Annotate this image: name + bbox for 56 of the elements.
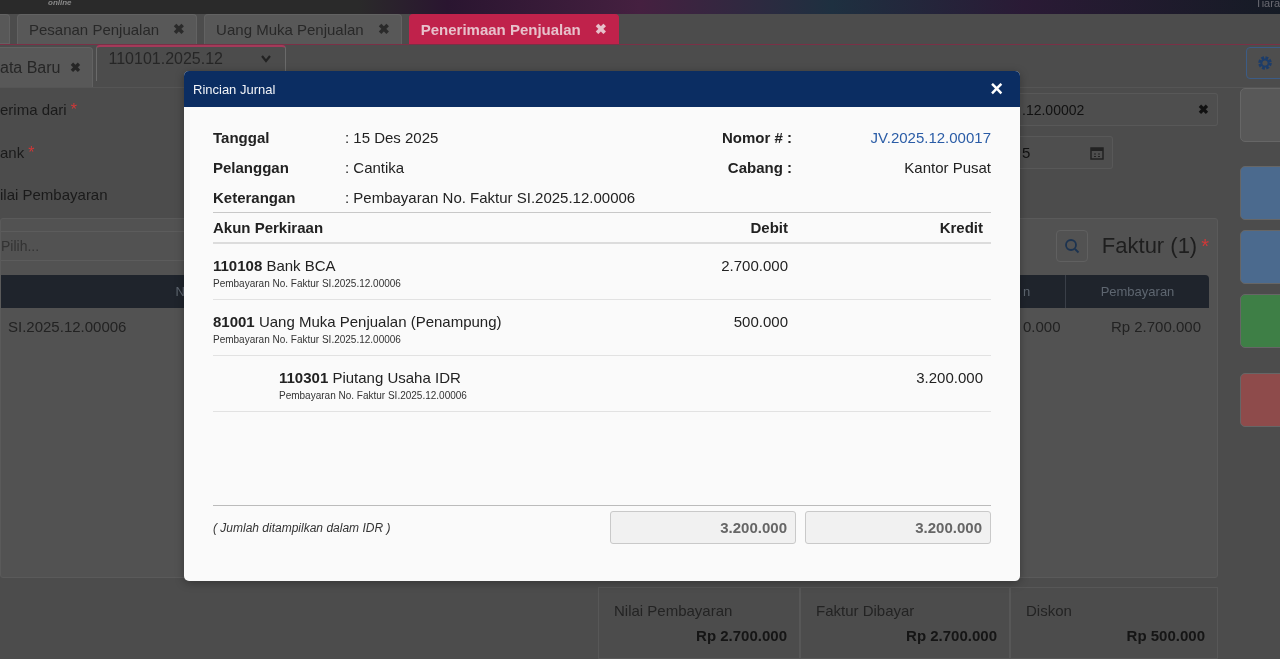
summary-value: Rp 2.700.000 [905, 627, 997, 644]
settings-button[interactable] [1246, 47, 1280, 79]
tab[interactable]: Penerimaan Penjualan ✖ [408, 14, 619, 44]
customer-field[interactable]: .12.00002 ✖ [1020, 93, 1218, 126]
debit-total-field: 3.200.000 [610, 511, 796, 544]
close-icon[interactable]: ✖ [70, 60, 82, 75]
close-icon[interactable]: ✖ [594, 21, 607, 38]
search-icon [1063, 238, 1080, 254]
column-header: Kredit [938, 219, 984, 236]
calendar-icon [1090, 145, 1104, 160]
user-name: Tiara [1255, 0, 1280, 9]
close-button[interactable]: × [990, 78, 1003, 100]
required-mark: * [1201, 234, 1209, 258]
info-label: Pelanggan [213, 158, 290, 176]
currency-note: ( Jumlah ditampilkan dalam IDR ) [213, 520, 392, 535]
info-value: : 15 Des 2025 [345, 128, 439, 146]
brand-tagline: online [48, 0, 72, 7]
side-button[interactable] [1240, 166, 1280, 220]
credit-amount: 3.200.000 [916, 369, 983, 386]
column-header: Debit [749, 219, 788, 236]
column-header: Pembayaran [1099, 284, 1176, 299]
info-label: Nomor # : [721, 128, 792, 146]
credit-total-field: 3.200.000 [805, 511, 991, 544]
column-header: n [1023, 284, 1031, 299]
date-field[interactable]: 5 [1020, 136, 1113, 169]
debit-amount: 500.000 [733, 313, 788, 330]
column-header: N [174, 284, 185, 299]
entry-note: Pembayaran No. Faktur SI.2025.12.00006 [213, 334, 402, 345]
side-button[interactable] [1240, 373, 1280, 427]
info-value: : Cantika [345, 158, 405, 176]
info-label: Cabang : [726, 158, 792, 176]
close-icon[interactable]: ✖ [377, 21, 390, 38]
entry-note: Pembayaran No. Faktur SI.2025.12.00006 [213, 278, 402, 289]
info-label: Keterangan [213, 188, 297, 206]
summary-value: Rp 500.000 [1125, 627, 1205, 644]
info-label: Tanggal [213, 128, 271, 146]
tab[interactable] [0, 14, 10, 44]
account-name: 81001 Uang Muka Penjualan (Penampung) [213, 313, 503, 330]
summary-value: Rp 2.700.000 [695, 627, 787, 644]
clear-icon[interactable]: ✖ [1198, 102, 1209, 117]
close-icon[interactable]: ✖ [173, 21, 186, 38]
debit-amount: 2.700.000 [721, 257, 788, 274]
search-button[interactable] [1055, 230, 1088, 262]
side-button[interactable] [1240, 88, 1280, 142]
account-name: 110301 Piutang Usaha IDR [279, 369, 462, 386]
entry-note: Pembayaran No. Faktur SI.2025.12.00006 [279, 390, 468, 401]
side-button[interactable] [1240, 294, 1280, 348]
column-header: Akun Perkiraan [213, 219, 325, 236]
info-value: Kantor Pusat [903, 158, 991, 176]
account-name: 110108 Bank BCA [213, 257, 337, 274]
journal-number-link[interactable]: JV.2025.12.00017 [792, 128, 991, 146]
side-button[interactable] [1240, 230, 1280, 284]
settings-icon [1257, 55, 1273, 71]
modal-title: Rincian Jurnal [193, 81, 276, 97]
info-value: : Pembayaran No. Faktur SI.2025.12.00006 [345, 188, 636, 206]
caret-icon [261, 55, 272, 63]
